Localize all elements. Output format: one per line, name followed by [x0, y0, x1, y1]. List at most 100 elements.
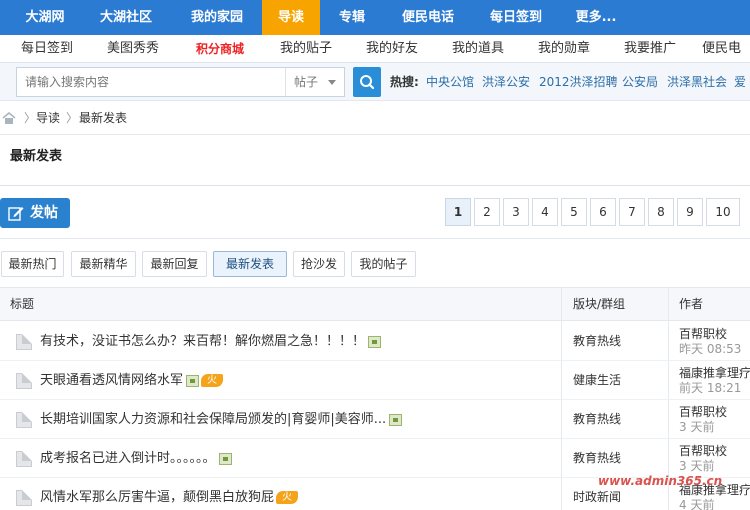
sub-nav-item[interactable]: 我的好友	[356, 35, 428, 62]
page-button[interactable]: 6	[590, 198, 616, 226]
search-bar: 帖子 热搜: 中央公馆 洪泽公安 2012洪泽招聘 公安局 洪泽黑社会 爱	[0, 63, 750, 101]
pencil-icon	[8, 207, 24, 221]
image-icon	[186, 374, 200, 387]
top-nav-item[interactable]: 专辑	[328, 0, 376, 35]
page-button[interactable]: 2	[474, 198, 500, 226]
thread-time: 前天 18:21	[679, 381, 742, 395]
section-divider	[0, 238, 750, 239]
thread-board[interactable]: 教育热线	[573, 439, 621, 478]
top-nav-item[interactable]: 大湖社区	[90, 0, 162, 35]
thread-title-text[interactable]: 天眼通看透风情网络水军	[40, 373, 183, 388]
sub-nav-item[interactable]: 我的贴子	[270, 35, 342, 62]
breadcrumb-separator: 〉	[24, 111, 37, 125]
column-header-author[interactable]: 作者	[679, 288, 703, 320]
thread-title[interactable]: 长期培训国家人力资源和社会保障局颁发的|育婴师|美容师...	[40, 400, 403, 439]
search-icon	[360, 75, 375, 90]
document-icon	[16, 451, 32, 467]
page-button[interactable]: 4	[532, 198, 558, 226]
hot-search-link[interactable]: 洪泽黑社会	[667, 63, 727, 100]
document-icon	[16, 412, 32, 428]
page-button[interactable]: 10	[706, 198, 740, 226]
hot-search-link[interactable]: 洪泽公安	[482, 63, 530, 100]
page-button[interactable]: 5	[561, 198, 587, 226]
page-button[interactable]: 7	[619, 198, 645, 226]
thread-author[interactable]: 百帮职校	[679, 405, 727, 419]
page-button[interactable]: 3	[503, 198, 529, 226]
top-nav-item[interactable]: 我的家园	[178, 0, 256, 35]
filter-tab-active[interactable]: 最新发表	[213, 251, 287, 277]
filter-tab[interactable]: 我的帖子	[351, 251, 416, 277]
document-icon	[16, 334, 32, 350]
sub-nav-item[interactable]: 每日签到	[10, 35, 84, 62]
thread-time: 3 天前	[679, 459, 715, 473]
table-row: 长期培训国家人力资源和社会保障局颁发的|育婴师|美容师... 教育热线 百帮职校…	[0, 400, 750, 439]
column-header-board[interactable]: 版块/群组	[573, 288, 625, 320]
image-icon	[368, 335, 382, 348]
thread-title[interactable]: 风情水军那么厉害牛逼，颠倒黑白放狗屁火	[40, 478, 299, 510]
thread-title[interactable]: 有技术，没证书怎么办？来百帮！解你燃眉之急！！！！	[40, 322, 382, 361]
hot-search-label: 热搜:	[390, 75, 419, 89]
sub-nav-item[interactable]: 美图秀秀	[96, 35, 170, 62]
column-header-title[interactable]: 标题	[10, 288, 34, 320]
search-type-value: 帖子	[294, 75, 319, 89]
search-input[interactable]	[16, 67, 286, 97]
breadcrumb-item[interactable]: 导读	[36, 101, 60, 135]
new-post-label: 发帖	[30, 205, 58, 221]
thread-title[interactable]: 成考报名已进入倒计时。。。。。。	[40, 439, 232, 478]
thread-title-text[interactable]: 风情水军那么厉害牛逼，颠倒黑白放狗屁	[40, 490, 274, 505]
hot-badge: 火	[201, 374, 224, 387]
table-row: 成考报名已进入倒计时。。。。。。 教育热线 百帮职校 3 天前	[0, 439, 750, 478]
page-title-box: 最新发表	[0, 136, 750, 186]
thread-board[interactable]: 教育热线	[573, 322, 621, 361]
page-button[interactable]: 9	[677, 198, 703, 226]
page-title: 最新发表	[10, 149, 63, 164]
thread-time: 4 天前	[679, 498, 715, 510]
search-button[interactable]	[353, 67, 381, 97]
hot-search-link[interactable]: 2012洪泽招聘	[539, 63, 618, 100]
thread-board[interactable]: 健康生活	[573, 361, 621, 400]
sub-nav: 每日签到 美图秀秀 积分商城 我的贴子 我的好友 我的道具 我的勋章 我要推广 …	[0, 35, 750, 63]
image-icon	[218, 452, 232, 465]
sub-nav-item[interactable]: 我的道具	[442, 35, 514, 62]
document-icon	[16, 373, 32, 389]
table-row: 天眼通看透风情网络水军 火 健康生活 福康推拿理疗 前天 18:21	[0, 361, 750, 400]
top-nav-item[interactable]: 大湖网	[10, 0, 80, 35]
top-nav-item-active[interactable]: 导读	[262, 0, 320, 35]
chevron-down-icon	[328, 80, 336, 85]
filter-tab[interactable]: 最新热门	[1, 251, 64, 277]
top-nav-item[interactable]: 更多...	[566, 0, 626, 35]
filter-tab[interactable]: 最新精华	[71, 251, 136, 277]
hot-search-link[interactable]: 爱	[734, 63, 746, 100]
hot-search-link[interactable]: 公安局	[622, 63, 658, 100]
thread-author[interactable]: 福康推拿理疗	[679, 366, 750, 380]
table-row: 有技术，没证书怎么办？来百帮！解你燃眉之急！！！！ 教育热线 百帮职校 昨天 0…	[0, 322, 750, 361]
document-icon	[16, 490, 32, 506]
search-type-select[interactable]: 帖子	[285, 67, 345, 97]
filter-tab[interactable]: 抢沙发	[293, 251, 345, 277]
sub-nav-item[interactable]: 我要推广	[614, 35, 686, 62]
table-header: 标题 版块/群组 作者	[0, 287, 750, 321]
top-nav-item[interactable]: 便民电话	[392, 0, 464, 35]
sub-nav-item[interactable]: 积分商城	[184, 35, 256, 62]
top-nav-item[interactable]: 每日签到	[480, 0, 552, 35]
thread-title-text[interactable]: 成考报名已进入倒计时。。。。。。	[40, 451, 216, 466]
watermark: www.admin365.cn	[598, 474, 723, 488]
sub-nav-item[interactable]: 便民电	[702, 35, 750, 62]
top-nav: 大湖网 大湖社区 我的家园 导读 专辑 便民电话 每日签到 更多...	[0, 0, 750, 35]
thread-author[interactable]: 百帮职校	[679, 327, 727, 341]
home-icon[interactable]	[2, 112, 16, 124]
thread-time: 昨天 08:53	[679, 342, 742, 356]
hot-search-link[interactable]: 中央公馆	[426, 63, 474, 100]
thread-author[interactable]: 百帮职校	[679, 444, 727, 458]
page-button-current[interactable]: 1	[445, 198, 471, 226]
thread-title-text[interactable]: 有技术，没证书怎么办？来百帮！解你燃眉之急！！！！	[40, 334, 365, 349]
page-button[interactable]: 8	[648, 198, 674, 226]
new-post-button[interactable]: 发帖	[0, 198, 70, 228]
thread-title[interactable]: 天眼通看透风情网络水军 火	[40, 361, 224, 400]
breadcrumb-item[interactable]: 最新发表	[79, 101, 127, 135]
thread-board[interactable]: 教育热线	[573, 400, 621, 439]
filter-tab[interactable]: 最新回复	[142, 251, 207, 277]
thread-time: 3 天前	[679, 420, 715, 434]
thread-title-text[interactable]: 长期培训国家人力资源和社会保障局颁发的|育婴师|美容师...	[40, 412, 386, 427]
sub-nav-item[interactable]: 我的勋章	[528, 35, 600, 62]
